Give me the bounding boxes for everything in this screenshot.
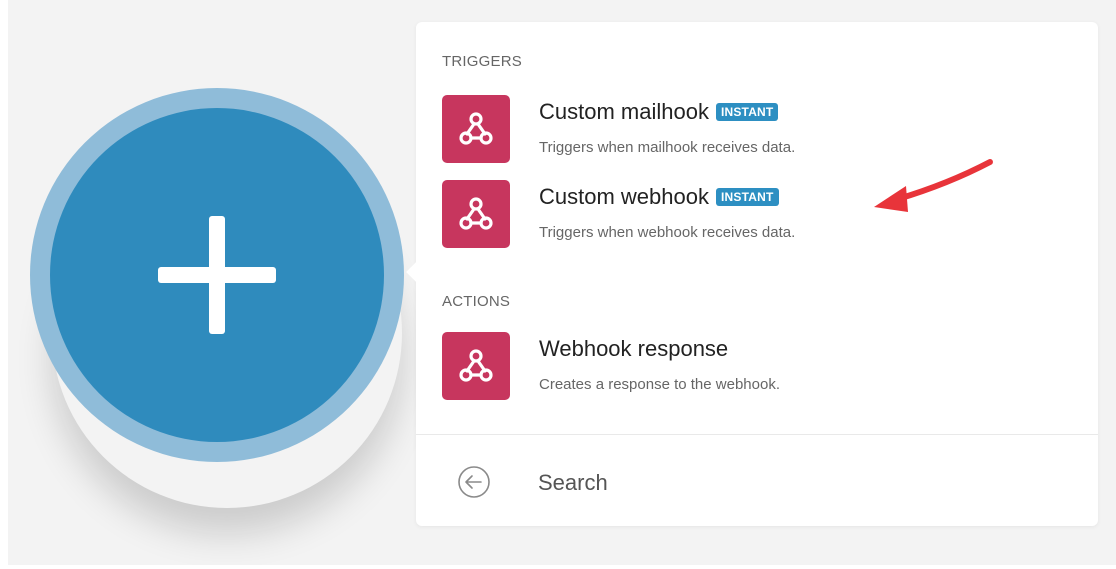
annotation-arrow-icon [874,159,993,212]
item-description: Triggers when webhook receives data. [539,224,796,241]
item-description: Creates a response to the webhook. [539,376,780,393]
webhook-icon [442,95,510,163]
item-description: Triggers when mailhook receives data. [539,139,796,156]
item-title: Custom mailhook INSTANT [539,99,779,125]
instant-badge: INSTANT [715,188,779,206]
section-heading-triggers: TRIGGERS [442,53,522,70]
item-title: Webhook response [539,336,729,361]
search-button[interactable]: Search [538,470,608,496]
add-module-button[interactable] [50,108,384,442]
webhook-icon [442,332,510,400]
webhook-icon [442,180,510,248]
arrow-left-circle-icon[interactable] [456,464,492,500]
footer-divider [416,434,1098,435]
plus-icon-vertical [209,216,225,334]
module-picker-panel: TRIGGERS Custom mailhook INSTANT Trigger… [406,22,1098,526]
panel-pointer [406,262,426,282]
list-item-webhook-response[interactable]: Webhook response Creates a response to t… [442,332,1062,404]
item-title: Custom webhook INSTANT [539,184,779,210]
scenario-canvas: TRIGGERS Custom mailhook INSTANT Trigger… [8,0,1116,565]
section-heading-actions: ACTIONS [442,293,511,310]
instant-badge: INSTANT [715,103,779,121]
